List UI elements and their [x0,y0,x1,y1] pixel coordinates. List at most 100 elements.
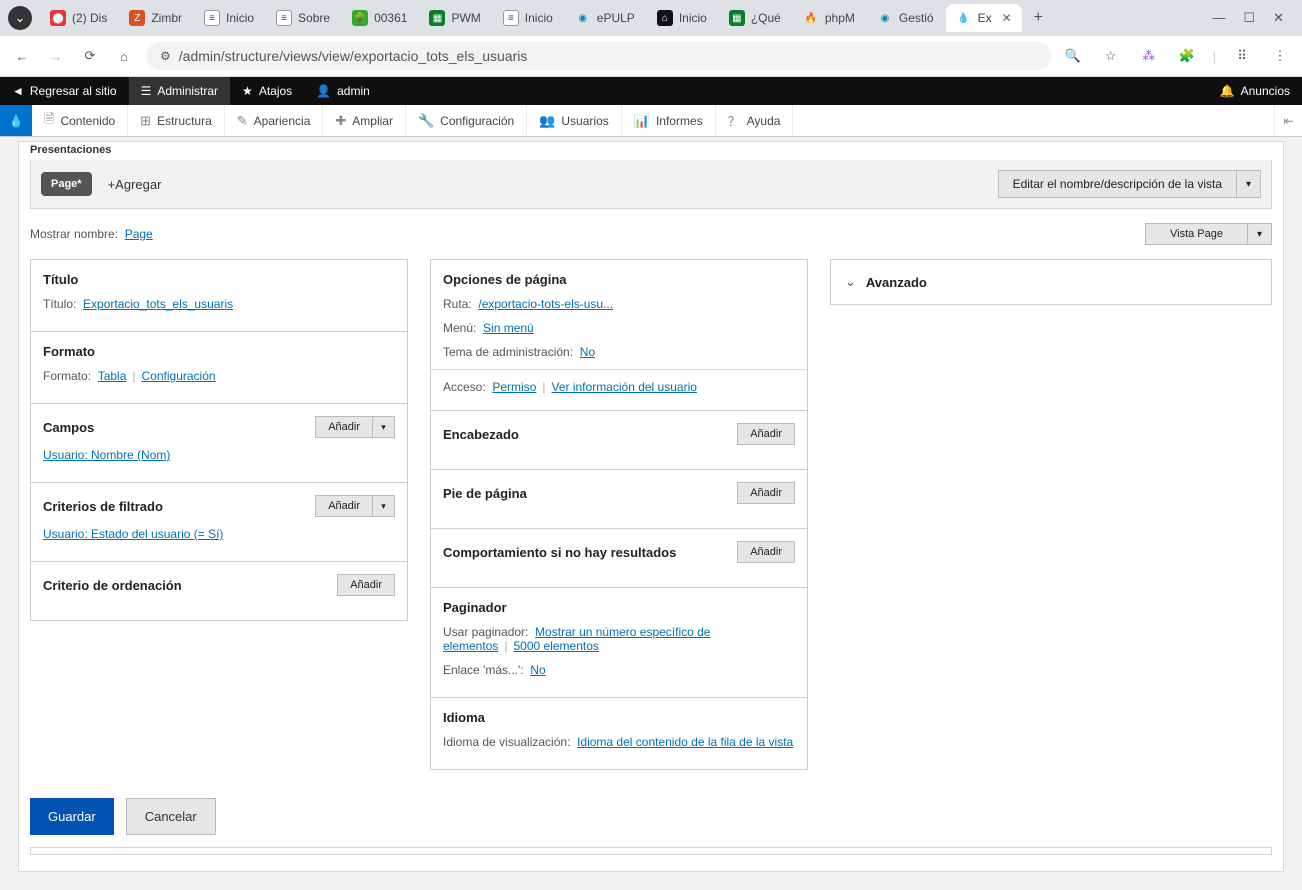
bookmark-icon[interactable]: ☆ [1099,44,1123,68]
add-filter-button[interactable]: Añadir [315,495,373,517]
reload-icon[interactable]: ⟳ [78,44,102,68]
forward-icon[interactable]: → [44,44,68,68]
path-link[interactable]: /exportacio-tots-els-usu... [478,297,613,311]
nav-content[interactable]: 🗎Contenido [32,105,128,136]
add-footer-button[interactable]: Añadir [737,482,795,504]
add-noresults-button[interactable]: Añadir [737,541,795,563]
field-label: Menú: [443,321,476,335]
panel-format: Formato Formato: Tabla|Configuración [31,332,407,404]
panel-page-options: Opciones de página Ruta: /exportacio-tot… [431,260,807,411]
admin-theme-link[interactable]: No [580,345,595,359]
show-name-row: Mostrar nombre: Page Vista Page ▾ [30,217,1272,259]
chevron-down-icon[interactable]: ▾ [373,495,395,517]
field-label: Usar paginador: [443,625,528,639]
browser-tab[interactable]: ⌂Inicio [647,4,717,32]
browser-tab[interactable]: ▦¿Qué [719,4,791,32]
wand-icon: ✎ [237,113,248,129]
home-icon[interactable]: ⌂ [112,44,136,68]
preview-section-collapsed [30,847,1272,855]
nav-config[interactable]: 🔧Configuración [406,105,527,136]
menu-link[interactable]: Sin menú [483,321,534,335]
add-header-button[interactable]: Añadir [737,423,795,445]
browser-tab[interactable]: ⬤(2) Dis [40,4,117,32]
nav-structure[interactable]: ⊞Estructura [128,105,225,136]
advanced-toggle[interactable]: ⌄ Avanzado [831,260,1271,304]
edit-view-name-dropdown[interactable]: Editar el nombre/descripción de la vista… [998,170,1261,198]
field-label: Ruta: [443,297,472,311]
back-to-site[interactable]: ◄Regresar al sitio [0,77,129,105]
language-link[interactable]: Idioma del contenido de la fila de la vi… [577,735,793,749]
chevron-down-icon[interactable]: ▾ [1248,223,1272,245]
browser-tab[interactable]: ≡Sobre [266,4,340,32]
back-icon[interactable]: ← [10,44,34,68]
browser-tab[interactable]: 🌳00361 [342,4,417,32]
drupal-admin-nav: 💧 🗎Contenido ⊞Estructura ✎Apariencia ✚Am… [0,105,1302,137]
format-config-link[interactable]: Configuración [142,369,216,383]
browser-tab[interactable]: ≡Inicio [493,4,563,32]
format-link[interactable]: Tabla [98,369,127,383]
user-link[interactable]: 👤admin [304,77,382,105]
profile-icon[interactable]: ⠿ [1230,44,1254,68]
chevron-down-icon[interactable]: ▾ [1237,170,1261,198]
zoom-icon[interactable]: 🔍 [1061,44,1085,68]
nav-appearance[interactable]: ✎Apariencia [225,105,324,136]
nav-users[interactable]: 👥Usuarios [527,105,622,136]
address-bar: ← → ⟳ ⌂ ⚙ /admin/structure/views/view/ex… [0,36,1302,76]
user-icon: 👤 [316,84,331,98]
nav-help[interactable]: ？Ayuda [716,105,794,136]
field-item-link[interactable]: Usuario: Nombre (Nom) [43,448,170,462]
announcements-link[interactable]: 🔔Anuncios [1208,77,1302,105]
pager-count-link[interactable]: 5000 elementos [514,639,599,653]
tab-strip: ⌄ ⬤(2) Dis ZZimbr ≡Inicio ≡Sobre 🌳00361 … [0,0,1302,36]
cancel-button[interactable]: Cancelar [126,798,216,835]
add-sort-button[interactable]: Añadir [337,574,395,596]
browser-tab[interactable]: ▦PWM [419,4,490,32]
display-tab-page[interactable]: Page* [41,172,92,196]
nav-extend[interactable]: ✚Ampliar [323,105,406,136]
field-label: Título: [43,297,76,311]
browser-tab[interactable]: ZZimbr [119,4,192,32]
panel-heading: Paginador [443,600,507,615]
browser-tab[interactable]: ◉Gestió [867,4,944,32]
panel-sort: Criterio de ordenación Añadir [31,562,407,620]
shortcuts-link[interactable]: ★Atajos [230,77,304,105]
new-tab-button[interactable]: + [1024,9,1053,27]
drupal-logo[interactable]: 💧 [0,105,32,136]
browser-menu-icon[interactable]: ⋮ [1268,44,1292,68]
access-link[interactable]: Permiso [492,380,536,394]
chevron-down-icon[interactable]: ▾ [373,416,395,438]
window-minimize[interactable]: — [1212,10,1225,26]
site-info-icon[interactable]: ⚙ [160,49,171,63]
access-info-link[interactable]: Ver información del usuario [552,380,697,394]
more-link[interactable]: No [530,663,545,677]
nav-orientation-toggle[interactable]: ⇤ [1274,105,1302,136]
title-link[interactable]: Exportacio_tots_els_usuaris [83,297,233,311]
browser-tab-active[interactable]: 💧Ex✕ [946,4,1022,32]
panel-noresults: Comportamiento si no hay resultadosAñadi… [431,529,807,588]
browser-tab[interactable]: 🔥phpM [793,4,865,32]
view-page-dropdown[interactable]: Vista Page ▾ [1145,223,1272,245]
filter-item-link[interactable]: Usuario: Estado del usuario (= Sí) [43,527,223,541]
browser-tab[interactable]: ≡Inicio [194,4,264,32]
window-close[interactable]: ✕ [1273,10,1284,26]
structure-icon: ⊞ [140,113,151,129]
panel-fields: Campos Añadir▾ Usuario: Nombre (Nom) [31,404,407,483]
manage-toggle[interactable]: ☰Administrar [129,77,230,105]
browser-tab[interactable]: ◉ePULP [565,4,645,32]
save-button[interactable]: Guardar [30,798,114,835]
panel-header: EncabezadoAñadir [431,411,807,470]
show-name-link[interactable]: Page [125,227,153,241]
panel-heading: Campos [43,420,94,435]
extensions-icon[interactable]: 🧩 [1175,44,1199,68]
field-label: Formato: [43,369,91,383]
browser-menu-dropdown[interactable]: ⌄ [8,6,32,30]
add-display-link[interactable]: +Agregar [108,177,162,192]
close-icon[interactable]: ✕ [1002,11,1012,25]
window-maximize[interactable]: ☐ [1243,10,1255,26]
edit-view-name-label[interactable]: Editar el nombre/descripción de la vista [998,170,1237,198]
nav-reports[interactable]: 📊Informes [622,105,716,136]
add-field-button[interactable]: Añadir [315,416,373,438]
url-input[interactable]: ⚙ /admin/structure/views/view/exportacio… [146,42,1051,70]
extension-puzzle-icon[interactable]: ⁂ [1137,44,1161,68]
view-page-label[interactable]: Vista Page [1145,223,1248,245]
